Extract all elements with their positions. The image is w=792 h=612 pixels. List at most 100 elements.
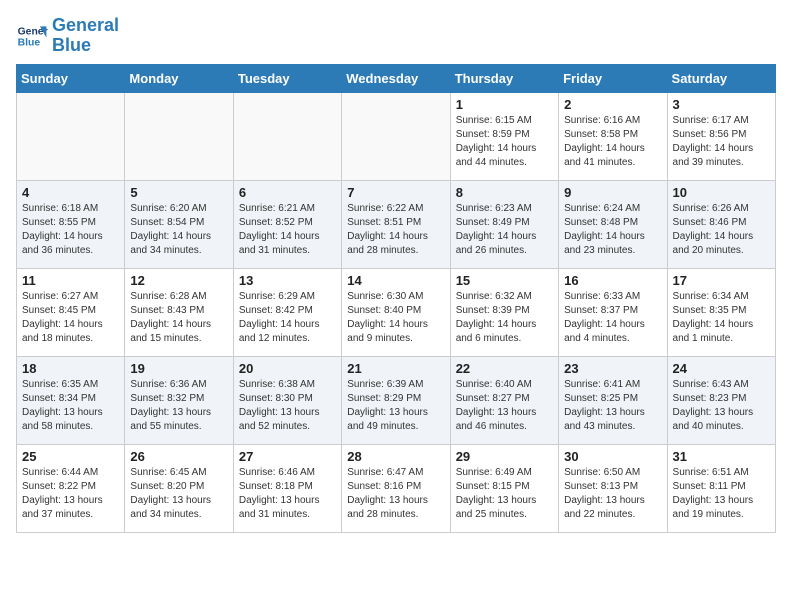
day-number: 13 <box>239 273 336 288</box>
day-number: 2 <box>564 97 661 112</box>
day-info: Sunrise: 6:29 AM Sunset: 8:42 PM Dayligh… <box>239 290 336 346</box>
page-header: General Blue GeneralBlue <box>16 16 776 56</box>
calendar-cell: 11Sunrise: 6:27 AM Sunset: 8:45 PM Dayli… <box>17 268 125 356</box>
day-number: 19 <box>130 361 227 376</box>
calendar-week-row: 11Sunrise: 6:27 AM Sunset: 8:45 PM Dayli… <box>17 268 776 356</box>
calendar-cell: 18Sunrise: 6:35 AM Sunset: 8:34 PM Dayli… <box>17 356 125 444</box>
day-number: 3 <box>673 97 770 112</box>
day-number: 1 <box>456 97 553 112</box>
calendar-cell: 10 Sunrise: 6:26 AM Sunset: 8:46 PM Dayli… <box>667 180 775 268</box>
day-info: Sunrise: 6:26 AM Sunset: 8:46 PM Dayligh… <box>673 202 770 258</box>
day-number: 23 <box>564 361 661 376</box>
day-info: Sunrise: 6:33 AM Sunset: 8:37 PM Dayligh… <box>564 290 661 346</box>
day-number: 29 <box>456 449 553 464</box>
day-info: Sunrise: 6:39 AM Sunset: 8:29 PM Dayligh… <box>347 378 444 434</box>
day-number: 21 <box>347 361 444 376</box>
col-header-wednesday: Wednesday <box>342 64 450 92</box>
calendar-cell: 20 Sunrise: 6:38 AM Sunset: 8:30 PM Dayli… <box>233 356 341 444</box>
logo-icon: General Blue <box>16 20 48 52</box>
svg-text:Blue: Blue <box>18 37 41 48</box>
col-header-thursday: Thursday <box>450 64 558 92</box>
calendar-cell: 4 Sunrise: 6:18 AM Sunset: 8:55 PM Daylig… <box>17 180 125 268</box>
col-header-friday: Friday <box>559 64 667 92</box>
calendar-cell: 2 Sunrise: 6:16 AM Sunset: 8:58 PM Daylig… <box>559 92 667 180</box>
day-info: Sunrise: 6:49 AM Sunset: 8:15 PM Dayligh… <box>456 466 553 522</box>
calendar-cell: 8 Sunrise: 6:23 AM Sunset: 8:49 PM Daylig… <box>450 180 558 268</box>
day-info: Sunrise: 6:18 AM Sunset: 8:55 PM Dayligh… <box>22 202 119 258</box>
calendar-week-row: 4 Sunrise: 6:18 AM Sunset: 8:55 PM Daylig… <box>17 180 776 268</box>
col-header-monday: Monday <box>125 64 233 92</box>
calendar-cell <box>233 92 341 180</box>
day-info: Sunrise: 6:36 AM Sunset: 8:32 PM Dayligh… <box>130 378 227 434</box>
day-info: Sunrise: 6:47 AM Sunset: 8:16 PM Dayligh… <box>347 466 444 522</box>
calendar-cell: 3Sunrise: 6:17 AM Sunset: 8:56 PM Daylig… <box>667 92 775 180</box>
day-info: Sunrise: 6:50 AM Sunset: 8:13 PM Dayligh… <box>564 466 661 522</box>
day-number: 14 <box>347 273 444 288</box>
calendar-cell: 6Sunrise: 6:21 AM Sunset: 8:52 PM Daylig… <box>233 180 341 268</box>
day-info: Sunrise: 6:35 AM Sunset: 8:34 PM Dayligh… <box>22 378 119 434</box>
col-header-saturday: Saturday <box>667 64 775 92</box>
day-info: Sunrise: 6:45 AM Sunset: 8:20 PM Dayligh… <box>130 466 227 522</box>
calendar-cell: 25Sunrise: 6:44 AM Sunset: 8:22 PM Dayli… <box>17 444 125 532</box>
calendar-cell <box>125 92 233 180</box>
day-number: 27 <box>239 449 336 464</box>
calendar-cell <box>342 92 450 180</box>
calendar-cell: 5Sunrise: 6:20 AM Sunset: 8:54 PM Daylig… <box>125 180 233 268</box>
day-number: 9 <box>564 185 661 200</box>
day-info: Sunrise: 6:32 AM Sunset: 8:39 PM Dayligh… <box>456 290 553 346</box>
day-info: Sunrise: 6:22 AM Sunset: 8:51 PM Dayligh… <box>347 202 444 258</box>
calendar-cell: 14 Sunrise: 6:30 AM Sunset: 8:40 PM Dayli… <box>342 268 450 356</box>
calendar-cell: 17 Sunrise: 6:34 AM Sunset: 8:35 PM Dayli… <box>667 268 775 356</box>
day-number: 7 <box>347 185 444 200</box>
day-info: Sunrise: 6:41 AM Sunset: 8:25 PM Dayligh… <box>564 378 661 434</box>
day-number: 4 <box>22 185 119 200</box>
day-info: Sunrise: 6:34 AM Sunset: 8:35 PM Dayligh… <box>673 290 770 346</box>
calendar-cell <box>17 92 125 180</box>
day-info: Sunrise: 6:40 AM Sunset: 8:27 PM Dayligh… <box>456 378 553 434</box>
calendar-week-row: 1 Sunrise: 6:15 AM Sunset: 8:59 PM Daylig… <box>17 92 776 180</box>
calendar-cell: 29 Sunrise: 6:49 AM Sunset: 8:15 PM Dayli… <box>450 444 558 532</box>
day-info: Sunrise: 6:30 AM Sunset: 8:40 PM Dayligh… <box>347 290 444 346</box>
day-number: 31 <box>673 449 770 464</box>
day-number: 28 <box>347 449 444 464</box>
day-info: Sunrise: 6:46 AM Sunset: 8:18 PM Dayligh… <box>239 466 336 522</box>
day-info: Sunrise: 6:23 AM Sunset: 8:49 PM Dayligh… <box>456 202 553 258</box>
calendar-week-row: 25Sunrise: 6:44 AM Sunset: 8:22 PM Dayli… <box>17 444 776 532</box>
calendar-cell: 23 Sunrise: 6:41 AM Sunset: 8:25 PM Dayli… <box>559 356 667 444</box>
calendar-cell: 1 Sunrise: 6:15 AM Sunset: 8:59 PM Daylig… <box>450 92 558 180</box>
day-number: 26 <box>130 449 227 464</box>
day-number: 6 <box>239 185 336 200</box>
day-number: 8 <box>456 185 553 200</box>
calendar-header-row: SundayMondayTuesdayWednesdayThursdayFrid… <box>17 64 776 92</box>
day-number: 24 <box>673 361 770 376</box>
calendar-cell: 16 Sunrise: 6:33 AM Sunset: 8:37 PM Dayli… <box>559 268 667 356</box>
calendar-cell: 19 Sunrise: 6:36 AM Sunset: 8:32 PM Dayli… <box>125 356 233 444</box>
day-number: 22 <box>456 361 553 376</box>
calendar-cell: 24 Sunrise: 6:43 AM Sunset: 8:23 PM Dayli… <box>667 356 775 444</box>
day-number: 30 <box>564 449 661 464</box>
day-info: Sunrise: 6:20 AM Sunset: 8:54 PM Dayligh… <box>130 202 227 258</box>
day-info: Sunrise: 6:51 AM Sunset: 8:11 PM Dayligh… <box>673 466 770 522</box>
calendar-cell: 26 Sunrise: 6:45 AM Sunset: 8:20 PM Dayli… <box>125 444 233 532</box>
calendar-cell: 15 Sunrise: 6:32 AM Sunset: 8:39 PM Dayli… <box>450 268 558 356</box>
day-info: Sunrise: 6:28 AM Sunset: 8:43 PM Dayligh… <box>130 290 227 346</box>
calendar-week-row: 18Sunrise: 6:35 AM Sunset: 8:34 PM Dayli… <box>17 356 776 444</box>
day-number: 17 <box>673 273 770 288</box>
calendar-table: SundayMondayTuesdayWednesdayThursdayFrid… <box>16 64 776 533</box>
calendar-cell: 30 Sunrise: 6:50 AM Sunset: 8:13 PM Dayli… <box>559 444 667 532</box>
calendar-cell: 27 Sunrise: 6:46 AM Sunset: 8:18 PM Dayli… <box>233 444 341 532</box>
day-info: Sunrise: 6:38 AM Sunset: 8:30 PM Dayligh… <box>239 378 336 434</box>
calendar-cell: 13 Sunrise: 6:29 AM Sunset: 8:42 PM Dayli… <box>233 268 341 356</box>
day-number: 20 <box>239 361 336 376</box>
day-info: Sunrise: 6:15 AM Sunset: 8:59 PM Dayligh… <box>456 114 553 170</box>
day-number: 25 <box>22 449 119 464</box>
day-info: Sunrise: 6:43 AM Sunset: 8:23 PM Dayligh… <box>673 378 770 434</box>
day-number: 15 <box>456 273 553 288</box>
day-number: 12 <box>130 273 227 288</box>
day-number: 10 <box>673 185 770 200</box>
day-number: 16 <box>564 273 661 288</box>
calendar-cell: 28 Sunrise: 6:47 AM Sunset: 8:16 PM Dayli… <box>342 444 450 532</box>
day-number: 11 <box>22 273 119 288</box>
day-info: Sunrise: 6:16 AM Sunset: 8:58 PM Dayligh… <box>564 114 661 170</box>
logo-text: GeneralBlue <box>52 16 119 56</box>
